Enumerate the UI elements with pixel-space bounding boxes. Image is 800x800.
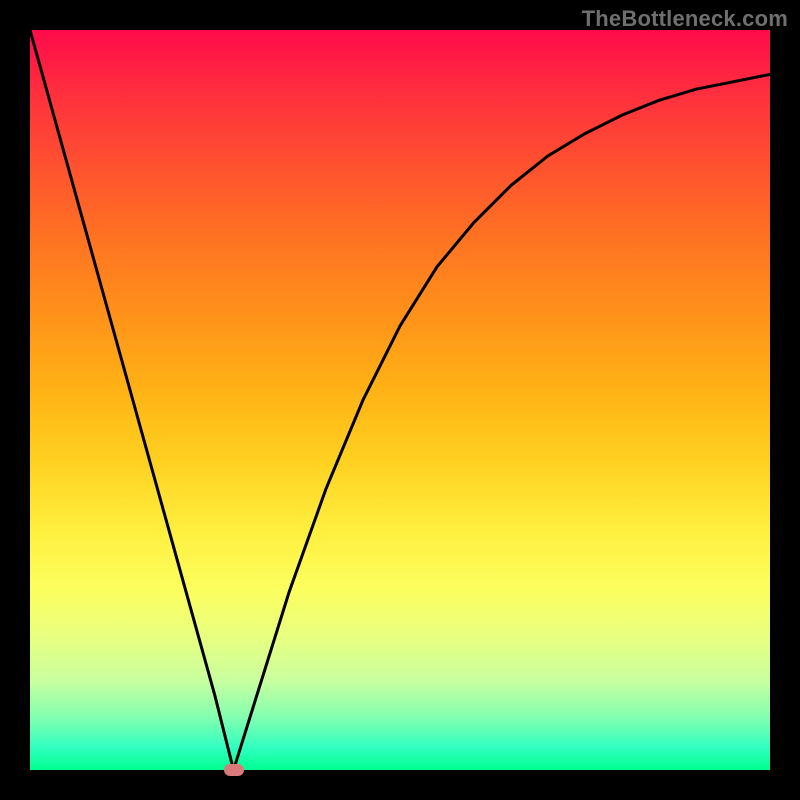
chart-frame: TheBottleneck.com bbox=[0, 0, 800, 800]
bottleneck-curve bbox=[30, 30, 770, 770]
minimum-marker bbox=[224, 764, 244, 776]
curve-svg bbox=[30, 30, 770, 770]
plot-area bbox=[30, 30, 770, 770]
watermark-text: TheBottleneck.com bbox=[582, 6, 788, 32]
